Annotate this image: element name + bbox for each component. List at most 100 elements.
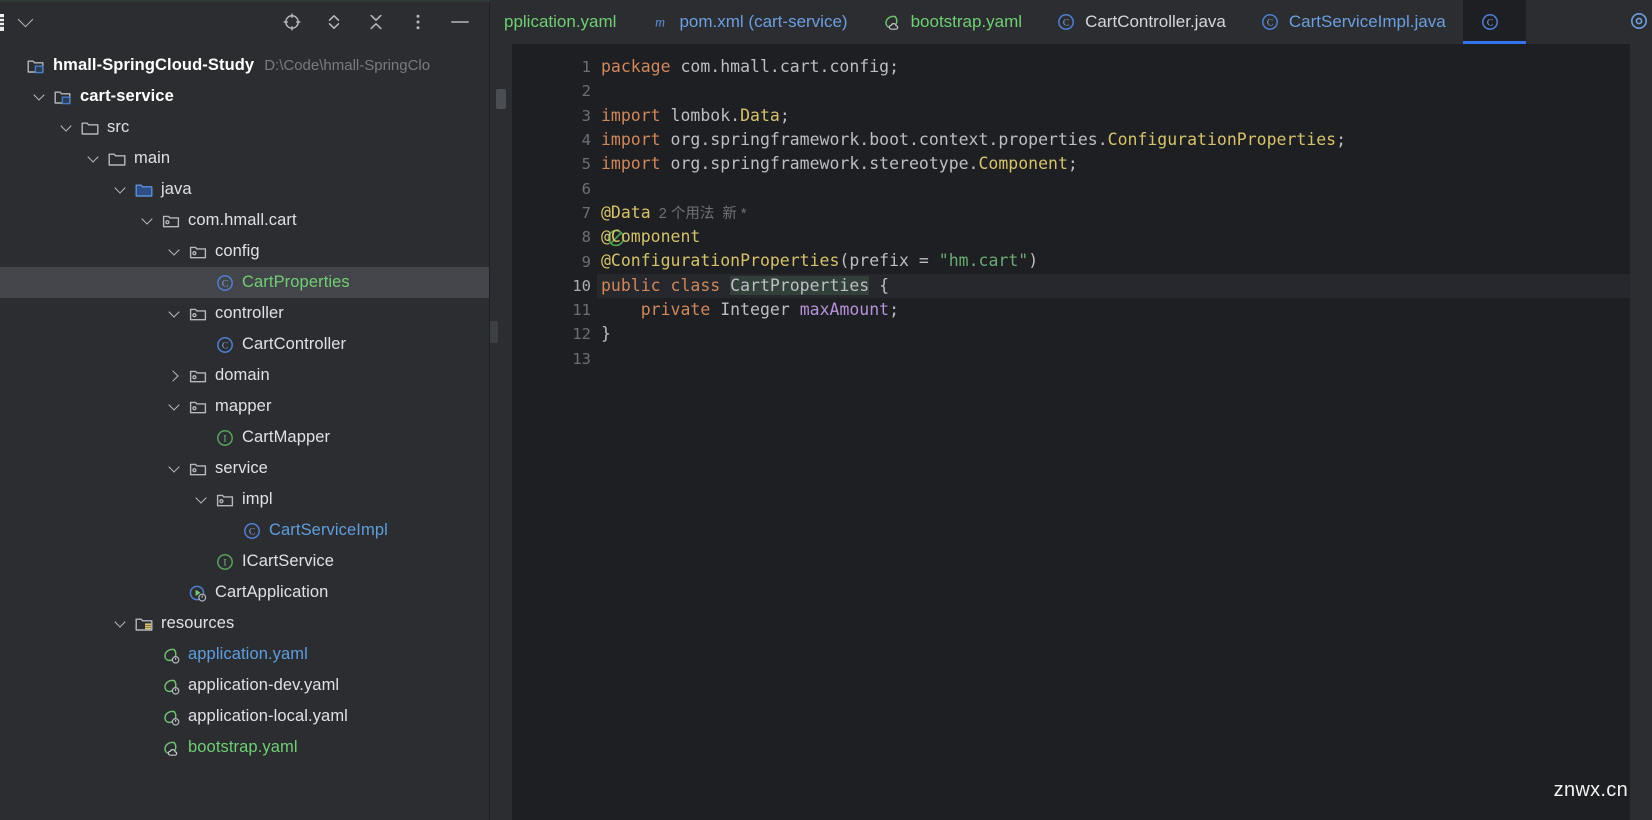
code-line[interactable]: } — [597, 322, 1652, 346]
tree-item-config[interactable]: config — [0, 236, 489, 267]
tree-item-hmall-springcloud-study[interactable]: hmall-SpringCloud-Study D:\Code\hmall-Spr… — [0, 50, 489, 81]
tree-item-icartservice[interactable]: I ICartService — [0, 546, 489, 577]
code-line[interactable] — [597, 79, 1652, 103]
gutter-line[interactable]: 6 — [512, 176, 597, 200]
tree-item-cartproperties[interactable]: C CartProperties — [0, 267, 489, 298]
chevron-down-icon[interactable] — [114, 617, 128, 631]
code-line[interactable]: import org.springframework.stereotype.Co… — [597, 152, 1652, 176]
editor-tab-bootstrap-yaml[interactable]: bootstrap.yaml — [865, 0, 1040, 44]
gutter-line[interactable]: 8 — [512, 225, 625, 249]
gutter-line[interactable]: 4 — [512, 128, 597, 152]
chevron-down-icon[interactable] — [168, 307, 182, 321]
code-token: public class — [601, 275, 731, 295]
tree-arrow-spacer — [6, 59, 20, 73]
code-line[interactable]: @Component — [597, 225, 1652, 249]
chevron-down-icon[interactable] — [17, 11, 34, 28]
spring-cloud-yaml-icon — [161, 738, 181, 758]
chevron-down-icon[interactable] — [168, 400, 182, 414]
gutter-line[interactable]: 3 — [512, 104, 597, 128]
tree-item-application-yaml[interactable]: application.yaml — [0, 639, 489, 670]
more-options-icon[interactable] — [407, 11, 429, 33]
tree-arrow-spacer — [141, 741, 155, 755]
tree-item-cartserviceimpl[interactable]: C CartServiceImpl — [0, 515, 489, 546]
code-line[interactable] — [597, 347, 1652, 371]
line-number: 2 — [581, 82, 591, 101]
code-line[interactable]: import lombok.Data; — [597, 104, 1652, 128]
tree-item-src[interactable]: src — [0, 112, 489, 143]
editor-tab-pom-xml-cart-service[interactable]: m pom.xml (cart-service) — [633, 0, 864, 44]
project-selector[interactable] — [0, 11, 34, 31]
tree-item-application-dev-yaml[interactable]: application-dev.yaml — [0, 670, 489, 701]
tree-item-mapper[interactable]: mapper — [0, 391, 489, 422]
minimize-icon[interactable] — [449, 11, 471, 33]
tree-item-main[interactable]: main — [0, 143, 489, 174]
chevron-down-icon[interactable] — [195, 493, 209, 507]
tree-item-service[interactable]: service — [0, 453, 489, 484]
expand-all-icon[interactable] — [323, 11, 345, 33]
code-line[interactable]: import org.springframework.boot.context.… — [597, 128, 1652, 152]
svg-text:C: C — [1487, 19, 1493, 29]
code-token: lombok. — [670, 105, 741, 125]
line-number: 8 — [581, 228, 591, 247]
gutter-line[interactable]: 12 — [512, 322, 597, 346]
tree-item-application-local-yaml[interactable]: application-local.yaml — [0, 701, 489, 732]
code-line[interactable] — [597, 176, 1652, 200]
inspections-widget-icon[interactable] — [1628, 10, 1650, 32]
tree-item-cartapplication[interactable]: CartApplication — [0, 577, 489, 608]
editor-tab-label: pom.xml (cart-service) — [679, 12, 848, 31]
chevron-down-icon[interactable] — [168, 462, 182, 476]
editor-tab-cartcontroller-java[interactable]: C CartController.java — [1039, 0, 1243, 44]
chevron-right-icon[interactable] — [168, 369, 182, 383]
editor-tab-bar[interactable]: pplication.yaml m pom.xml (cart-service) bo… — [490, 0, 1652, 44]
code-content[interactable]: package com.hmall.cart.config; import lo… — [597, 44, 1652, 820]
gutter-line[interactable]: 5 — [512, 152, 597, 176]
editor-tab-pplication-yaml[interactable]: pplication.yaml — [496, 0, 633, 44]
tree-item-cartmapper[interactable]: I CartMapper — [0, 422, 489, 453]
gutter-line[interactable]: 13 — [512, 347, 597, 371]
tree-item-impl[interactable]: impl — [0, 484, 489, 515]
code-line[interactable]: package com.hmall.cart.config; — [597, 55, 1652, 79]
chevron-down-icon[interactable] — [141, 214, 155, 228]
collapse-all-icon[interactable] — [365, 11, 387, 33]
gutter-line[interactable]: 11 — [512, 298, 597, 322]
tree-item-label: impl — [242, 490, 273, 508]
code-line[interactable]: @Data 2 个用法 新 * — [597, 201, 1652, 225]
code-editor[interactable]: 1 2 3 4 5 6 7 8 9 10 11 12 13 package com.hmall.cart… — [490, 44, 1652, 820]
chevron-down-icon[interactable] — [168, 245, 182, 259]
chevron-down-icon[interactable] — [33, 90, 47, 104]
tree-item-bootstrap-yaml[interactable]: bootstrap.yaml — [0, 732, 489, 763]
code-line[interactable]: public class CartProperties { — [597, 273, 1652, 298]
tree-item-label: CartController — [242, 335, 347, 353]
editor-tab-cartserviceimpl-java[interactable]: C CartServiceImpl.java — [1243, 0, 1463, 44]
chevron-down-icon[interactable] — [114, 183, 128, 197]
package-icon — [188, 304, 208, 324]
code-token: ; — [779, 105, 790, 125]
gutter-line[interactable]: 1 — [512, 55, 597, 79]
java-class-icon: C — [242, 521, 262, 541]
line-number: 13 — [572, 349, 591, 368]
tree-item-controller[interactable]: controller — [0, 298, 489, 329]
editor-tab-active[interactable]: C — [1462, 0, 1526, 44]
chevron-down-icon[interactable] — [87, 152, 101, 166]
tree-item-java[interactable]: java — [0, 174, 489, 205]
gutter-line[interactable]: 9 — [512, 249, 597, 273]
tree-arrow-spacer — [222, 524, 236, 538]
code-line[interactable]: @ConfigurationProperties(prefix = "hm.ca… — [597, 249, 1652, 273]
gutter-line[interactable]: 10 — [512, 274, 625, 298]
tree-item-label: service — [215, 459, 268, 477]
tree-item-domain[interactable]: domain — [0, 360, 489, 391]
tree-item-com-hmall-cart[interactable]: com.hmall.cart — [0, 205, 489, 236]
code-token: import — [601, 154, 671, 174]
locate-icon[interactable] — [281, 11, 303, 33]
tree-item-resources[interactable]: resources — [0, 608, 489, 639]
project-tree[interactable]: hmall-SpringCloud-Study D:\Code\hmall-Spr… — [0, 44, 489, 820]
line-number: 1 — [581, 58, 591, 77]
gutter-line[interactable]: 7 — [512, 201, 597, 225]
tree-item-cart-service[interactable]: cart-service — [0, 81, 489, 112]
chevron-down-icon[interactable] — [60, 121, 74, 135]
code-line[interactable]: private Integer maxAmount; — [597, 298, 1652, 322]
tree-arrow-spacer — [141, 710, 155, 724]
tree-item-cartcontroller[interactable]: C CartController — [0, 329, 489, 360]
editor-gutter[interactable]: 1 2 3 4 5 6 7 8 9 10 11 12 13 — [512, 44, 625, 820]
gutter-line[interactable]: 2 — [512, 79, 597, 103]
